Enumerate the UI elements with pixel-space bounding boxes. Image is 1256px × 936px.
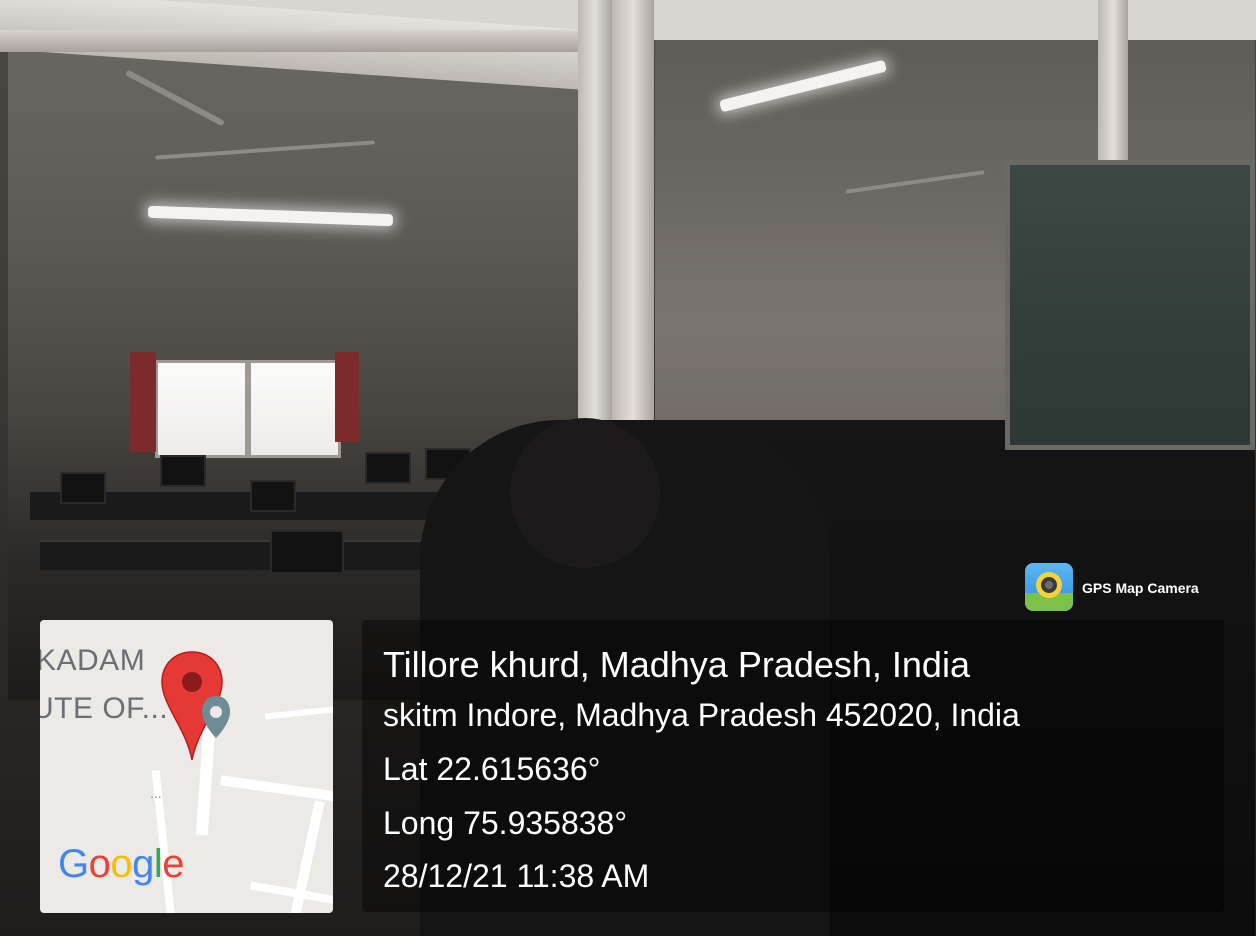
photo-scene: GPS Map Camera KADAM UTE OF... ... Googl… bbox=[0, 0, 1256, 936]
person-head bbox=[510, 418, 660, 568]
map-road bbox=[250, 881, 333, 907]
place-marker-icon bbox=[202, 696, 230, 738]
monitor bbox=[270, 530, 344, 574]
map-place-label: UTE OF... bbox=[40, 692, 169, 725]
curtain-right bbox=[335, 352, 359, 442]
address-text: skitm Indore, Madhya Pradesh 452020, Ind… bbox=[383, 697, 1020, 733]
curtain-left bbox=[130, 352, 156, 452]
timestamp-text: 28/12/21 11:38 AM bbox=[383, 858, 650, 894]
monitor bbox=[160, 455, 206, 487]
map-thumbnail[interactable]: KADAM UTE OF... ... Google bbox=[40, 620, 333, 913]
desk-row bbox=[40, 540, 480, 570]
glass-partition-frame bbox=[578, 0, 612, 470]
map-place-label: KADAM bbox=[40, 644, 146, 677]
window-frame-top bbox=[0, 30, 620, 52]
app-badge-label: GPS Map Camera bbox=[1082, 580, 1199, 596]
window-divider bbox=[245, 360, 251, 455]
place-name: Tillore khurd, Madhya Pradesh, India bbox=[383, 644, 970, 685]
map-road bbox=[264, 706, 333, 720]
longitude-text: Long 75.935838° bbox=[383, 805, 628, 841]
monitor bbox=[60, 472, 106, 504]
board bbox=[1005, 160, 1255, 450]
monitor bbox=[250, 480, 296, 512]
map-dots: ... bbox=[150, 785, 162, 801]
monitor bbox=[365, 452, 411, 484]
google-logo: Google bbox=[58, 842, 185, 886]
latitude-text: Lat 22.615636° bbox=[383, 751, 601, 787]
glass-partition-frame bbox=[612, 0, 654, 470]
camera-lens-icon bbox=[1025, 563, 1073, 611]
